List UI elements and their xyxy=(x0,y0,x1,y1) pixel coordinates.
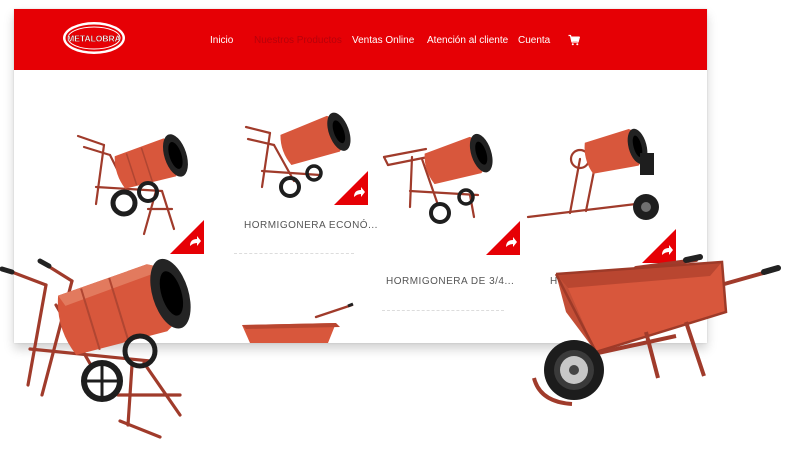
product-image-tow-mixer[interactable] xyxy=(526,121,666,229)
product-card[interactable] xyxy=(236,301,356,343)
product-card[interactable]: HORMIGONERA ECONÓ... xyxy=(234,101,377,261)
share-icon[interactable] xyxy=(486,221,520,255)
product-title[interactable]: HORMIGONERA DE 3/4... xyxy=(386,276,514,287)
divider xyxy=(234,253,354,254)
divider xyxy=(382,310,504,311)
nav-ventas-online[interactable]: Ventas Online xyxy=(352,33,414,49)
nav-cuenta[interactable]: Cuenta xyxy=(518,33,550,49)
nav-inicio[interactable]: Inicio xyxy=(210,33,233,49)
metalobra-logo[interactable]: METALOBRA xyxy=(62,21,126,55)
hero-mixer-image xyxy=(0,245,200,440)
product-title[interactable]: HORMIGONERA ECONÓ... xyxy=(244,220,378,231)
nav-nuestros-productos[interactable]: Nuestros Productos xyxy=(254,33,342,49)
logo-text: METALOBRA xyxy=(67,34,121,44)
nav-atencion-cliente[interactable]: Atención al cliente xyxy=(427,33,508,49)
hero-wheelbarrow-image xyxy=(526,252,788,412)
share-icon[interactable] xyxy=(334,171,368,205)
product-card[interactable] xyxy=(74,109,204,254)
site-header: METALOBRA Inicio Nuestros Productos Vent… xyxy=(14,9,707,70)
cart-icon[interactable] xyxy=(568,34,580,46)
product-image-wheelbarrow[interactable] xyxy=(236,301,354,343)
product-image-mixer[interactable] xyxy=(382,117,494,227)
product-card[interactable]: HORMIGONERA DE 3/4... xyxy=(382,117,520,311)
